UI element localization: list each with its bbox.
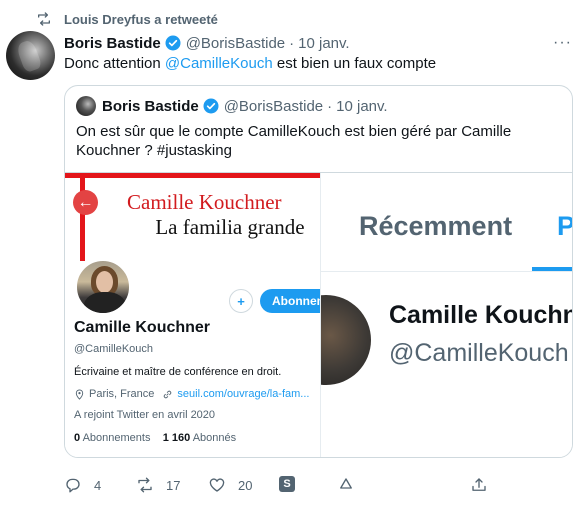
quoted-media[interactable]: ← Camille Kouchner La familia grande + A…: [65, 172, 573, 457]
media-image-profile[interactable]: ← Camille Kouchner La familia grande + A…: [65, 173, 320, 457]
profile-follow-counts: 0 Abonnements 1 160 Abonnés: [74, 432, 236, 444]
quoted-text: On est sûr que le compte CamilleKouch es…: [76, 123, 512, 159]
mention-link[interactable]: @CamilleKouch: [165, 55, 273, 72]
following-count: 0: [74, 432, 81, 444]
profile-avatar: [74, 258, 132, 316]
quoted-author-avatar: [76, 96, 96, 116]
quoted-tweet[interactable]: Boris Bastide @BorisBastide · 10 janv. O…: [64, 85, 573, 458]
separator: ·: [327, 97, 333, 115]
zoomed-avatar: [321, 295, 371, 385]
bookmark-icon: [340, 478, 352, 489]
share-button[interactable]: [470, 476, 500, 494]
more-options-icon[interactable]: ···: [553, 34, 572, 52]
second-tab-label: P: [557, 211, 572, 242]
verified-badge-icon: [165, 35, 181, 51]
followers-count: 1 160: [162, 432, 191, 444]
retweet-icon: [138, 477, 152, 493]
zoomed-profile-handle: @CamilleKouch: [389, 339, 569, 367]
zoomed-profile-name: Camille Kouchn: [389, 301, 573, 329]
quoted-author-name: Boris Bastide: [102, 97, 199, 115]
tweet-text: Donc attention @CamilleKouch est bien un…: [64, 55, 436, 72]
tweet-text-before: Donc attention: [64, 55, 165, 72]
reply-count: 4: [94, 477, 102, 493]
location-icon: [75, 388, 84, 400]
tweet-header: Boris Bastide @BorisBastide · 10 janv.: [64, 34, 350, 52]
extension-s-icon: S: [279, 476, 295, 492]
tweet-date[interactable]: 10 janv.: [298, 35, 349, 52]
retweet-context[interactable]: Louis Dreyfus a retweeté: [36, 10, 218, 28]
separator: ·: [289, 34, 295, 52]
extension-button[interactable]: S: [279, 476, 295, 492]
follow-button: Abonnement: [260, 289, 320, 313]
book-author: Camille Kouchner: [127, 190, 282, 214]
like-count: 20: [238, 477, 253, 493]
author-handle[interactable]: @BorisBastide: [186, 35, 285, 52]
author-avatar[interactable]: [6, 31, 55, 80]
profile-joined: A rejoint Twitter en avril 2020: [74, 409, 215, 421]
banner-red-stripe: [65, 173, 320, 178]
tab-divider: [321, 271, 572, 272]
retweet-button[interactable]: 17: [136, 476, 180, 494]
profile-meta: Paris, France seuil.com/ouvrage/la-fam..…: [74, 388, 309, 400]
reply-button[interactable]: 4: [64, 476, 101, 494]
followers-label: Abonnés: [192, 432, 237, 444]
following-label: Abonnements: [82, 432, 151, 444]
retweet-icon: [38, 12, 50, 26]
profile-bio: Écrivaine et maître de conférence en dro…: [74, 366, 282, 378]
back-arrow-icon: ←: [73, 190, 98, 215]
banner-red-bar: [80, 173, 85, 261]
link-icon: [164, 390, 172, 398]
reply-icon: [66, 478, 80, 493]
verified-badge-icon: [203, 98, 219, 114]
profile-joined-text: A rejoint Twitter en avril 2020: [74, 409, 216, 421]
recent-tab-label: Récemment: [359, 211, 513, 241]
like-button[interactable]: 20: [208, 476, 252, 494]
share-icon: [472, 478, 486, 491]
profile-location: Paris, France: [89, 388, 155, 400]
tweet-text-after: est bien un faux compte: [272, 55, 437, 72]
media-image-zoomed[interactable]: Récemment P Camille Kouchn @CamilleKouch: [320, 173, 573, 457]
heart-icon: [209, 478, 225, 492]
profile-handle: @CamilleKouch: [74, 343, 154, 355]
tweet-actions: 4 17 20 S: [64, 476, 494, 496]
profile-link: seuil.com/ouvrage/la-fam...: [177, 388, 310, 400]
notification-bell-icon: +: [229, 289, 253, 313]
author-name[interactable]: Boris Bastide: [64, 35, 161, 52]
bookmark-button[interactable]: [337, 476, 367, 494]
retweet-label: Louis Dreyfus a retweeté: [64, 11, 218, 27]
book-title: La familia grande: [155, 215, 305, 239]
quoted-header: Boris Bastide @BorisBastide · 10 janv.: [76, 96, 388, 116]
retweet-count: 17: [166, 477, 181, 493]
quoted-author-handle: @BorisBastide: [223, 97, 324, 115]
profile-name: Camille Kouchner: [74, 319, 211, 336]
quoted-date: 10 janv.: [336, 97, 388, 115]
